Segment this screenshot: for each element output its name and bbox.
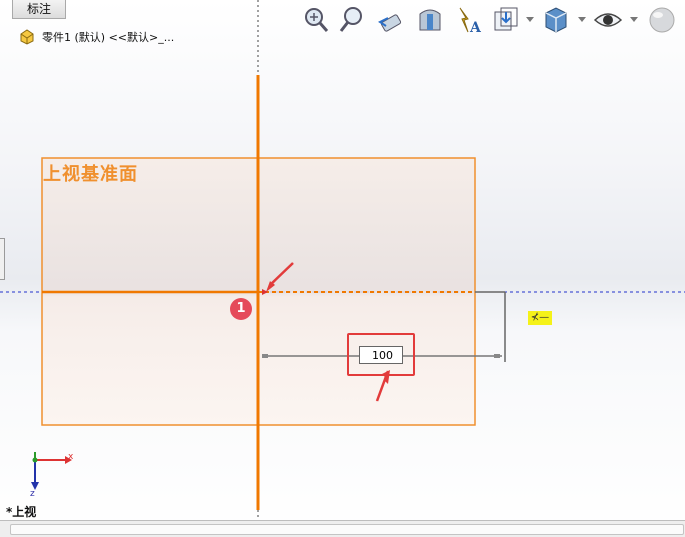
display-style-icon[interactable] <box>540 4 572 36</box>
step-marker-badge: 1 <box>230 298 252 320</box>
section-view-icon[interactable] <box>414 4 446 36</box>
hide-show-items-dropdown-icon[interactable] <box>630 17 638 22</box>
heads-up-toolbar: A <box>300 4 685 38</box>
tree-item-part[interactable]: 零件1 (默认) <<默认>_... <box>18 27 174 47</box>
hide-show-items-icon[interactable] <box>592 4 624 36</box>
relation-tag[interactable]: ⊀— <box>528 311 552 325</box>
annotations-tab[interactable]: 标注 <box>12 0 66 19</box>
plane-label: 上视基准面 <box>43 164 138 185</box>
dimension-value-input[interactable] <box>359 346 403 364</box>
view-name-label: *上视 <box>6 505 37 519</box>
horizontal-scrollbar[interactable] <box>0 520 685 537</box>
view-orientation-dropdown-icon[interactable] <box>526 17 534 22</box>
view-orientation-icon[interactable] <box>490 4 522 36</box>
dynamic-annotation-icon[interactable]: A <box>452 4 484 36</box>
svg-text:A: A <box>469 20 482 36</box>
appearance-icon[interactable] <box>646 4 678 36</box>
annotation-arrows <box>266 262 390 403</box>
zoom-to-area-icon[interactable] <box>338 4 370 36</box>
graphics-area[interactable]: 上视基准面 1 ⊀— x z <box>0 0 685 536</box>
display-style-dropdown-icon[interactable] <box>578 17 586 22</box>
zoom-to-fit-icon[interactable] <box>300 4 332 36</box>
scrollbar-thumb[interactable] <box>10 524 684 535</box>
triad-x-label: x <box>68 452 74 462</box>
panel-resize-handle[interactable] <box>0 238 5 280</box>
triad-z-label: z <box>30 489 35 499</box>
part-icon <box>20 29 34 45</box>
tree-item-label: 零件1 (默认) <<默认>_... <box>42 31 175 44</box>
previous-view-icon[interactable] <box>376 4 408 36</box>
